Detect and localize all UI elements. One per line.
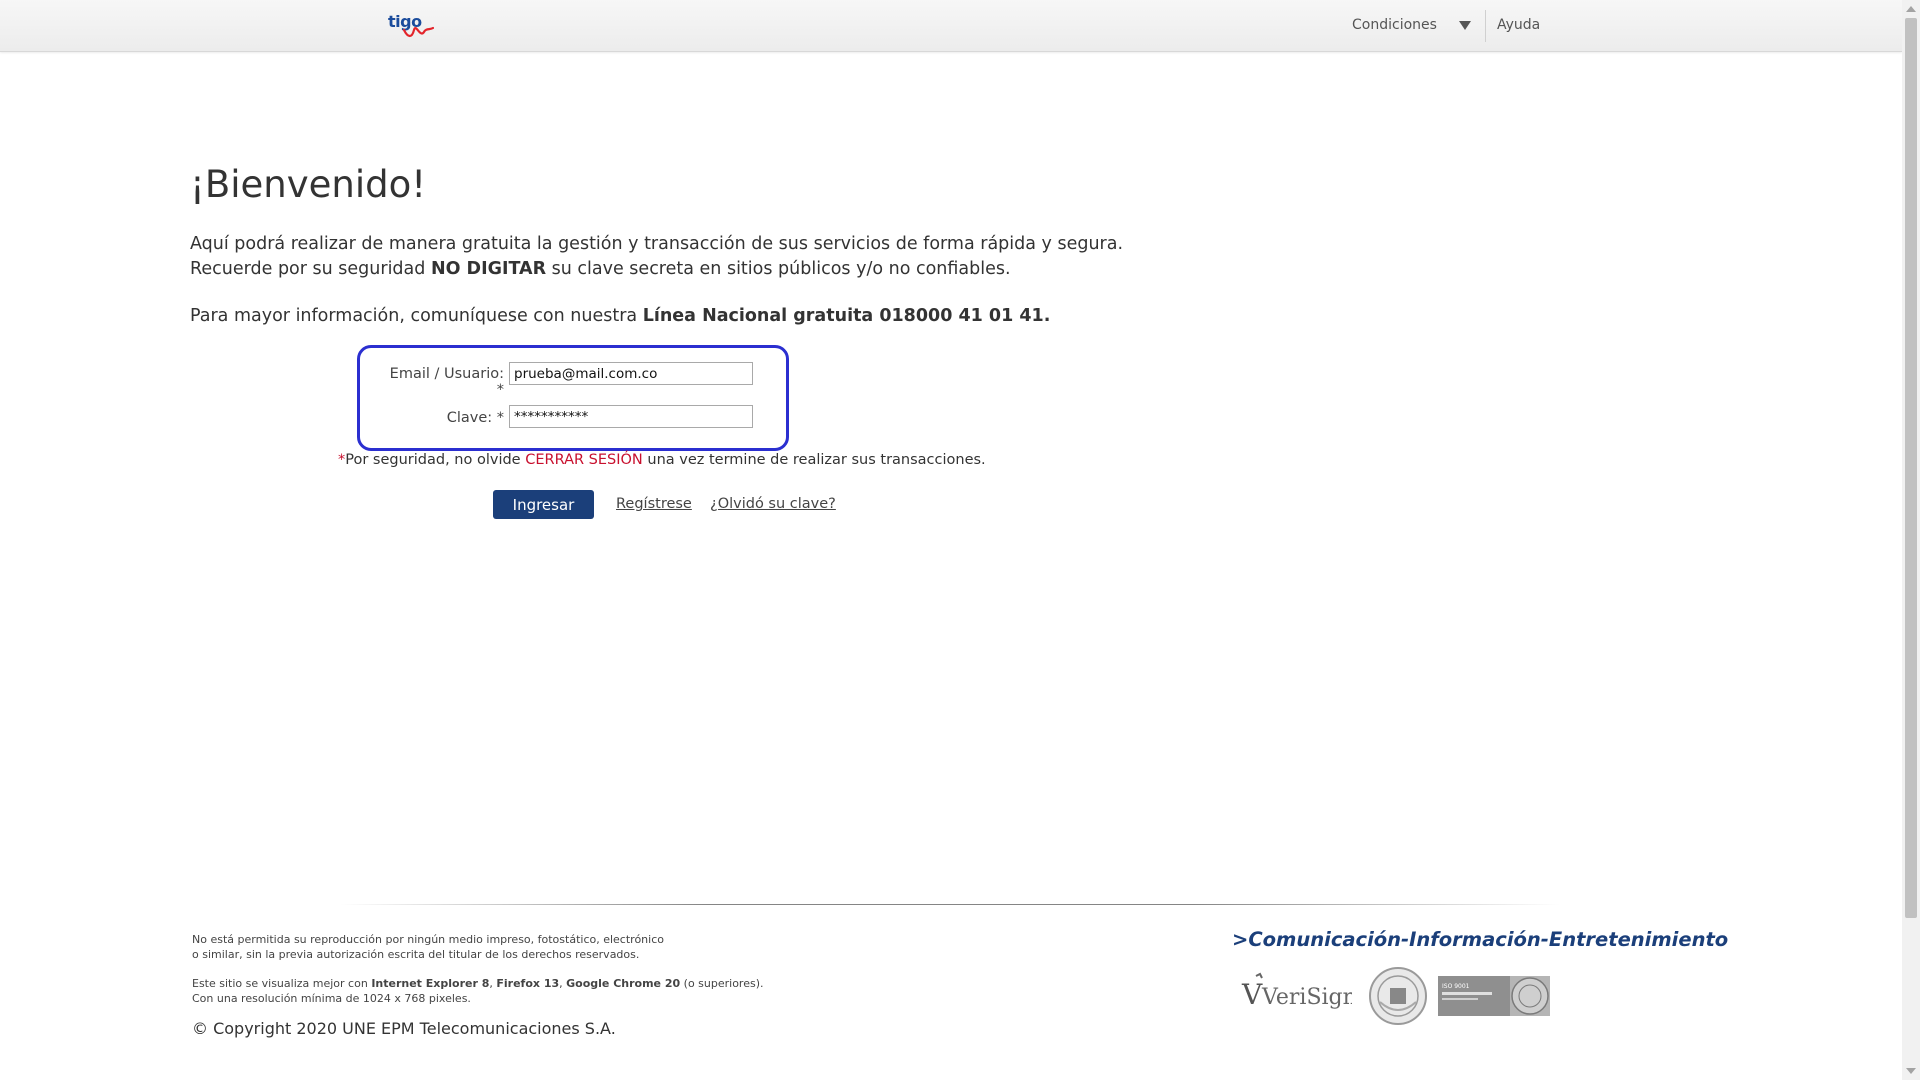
vertical-scrollbar[interactable] xyxy=(1902,0,1920,1080)
security-note-post: una vez termine de realizar sus transacc… xyxy=(642,452,986,468)
legal-notice-line-2: o similar, sin la previa autorización es… xyxy=(192,948,640,961)
certification-seal-icon xyxy=(1369,967,1427,1025)
copyright: © Copyright 2020 UNE EPM Telecomunicacio… xyxy=(192,1019,616,1038)
intro-line-2: Recuerde por su seguridad NO DIGITAR su … xyxy=(190,257,1123,282)
intro-line-2-post: su clave secreta en sitios públicos y/o … xyxy=(546,259,1011,279)
tagline: >Comunicación-Información-Entretenimient… xyxy=(1232,928,1729,951)
verisign-badge-icon[interactable]: V VeriSign xyxy=(1240,970,1352,1014)
bureau-veritas-badge-icon: ISO 9001 xyxy=(1438,976,1550,1016)
une-swoosh-icon xyxy=(402,26,434,38)
top-bar: tigo Condiciones Ayuda xyxy=(0,0,1902,52)
hotline-number: Línea Nacional gratuita 018000 41 01 41. xyxy=(642,306,1051,326)
browser-chrome: Google Chrome 20 xyxy=(566,977,681,990)
email-label: Email / Usuario: * xyxy=(389,366,504,398)
nav-ayuda[interactable]: Ayuda xyxy=(1497,17,1540,33)
forgot-password-link[interactable]: ¿Olvidó su clave? xyxy=(710,496,836,512)
password-input[interactable] xyxy=(509,405,753,428)
security-note: *Por seguridad, no olvide CERRAR SESIÓN … xyxy=(338,452,986,468)
tigo-une-logo[interactable]: tigo xyxy=(388,12,442,42)
intro-warning-bold: NO DIGITAR xyxy=(430,259,547,279)
login-button[interactable]: Ingresar xyxy=(493,490,594,519)
scrollbar-thumb[interactable] xyxy=(1905,18,1917,918)
cerrar-sesion-text: CERRAR SESIÓN xyxy=(525,452,643,468)
browser-notice: Este sitio se visualiza mejor con Intern… xyxy=(192,976,764,1006)
resolution-notice: Con una resolución mínima de 1024 x 768 … xyxy=(192,992,471,1005)
bv-badge-text: ISO 9001 xyxy=(1442,983,1470,990)
password-label: Clave: * xyxy=(446,410,504,426)
intro-text: Aquí podrá realizar de manera gratuita l… xyxy=(190,232,1123,282)
footer-divider xyxy=(340,904,1560,905)
browser-firefox: Firefox 13 xyxy=(496,977,560,990)
email-input[interactable] xyxy=(509,362,753,385)
security-note-pre: Por seguridad, no olvide xyxy=(345,452,526,468)
intro-line-1: Aquí podrá realizar de manera gratuita l… xyxy=(190,234,1124,254)
nav-divider xyxy=(1485,10,1486,42)
nav-condiciones[interactable]: Condiciones xyxy=(1352,17,1437,33)
browser-ie: Internet Explorer 8 xyxy=(371,977,490,990)
page-title: ¡Bienvenido! xyxy=(190,163,427,206)
browser-notice-line-1: Este sitio se visualiza mejor con Intern… xyxy=(192,976,764,991)
scroll-down-arrow-icon[interactable] xyxy=(1906,1068,1916,1074)
intro-line-2-pre: Recuerde por su seguridad xyxy=(190,259,431,279)
info-pre: Para mayor información, comuníquese con … xyxy=(190,306,643,326)
verisign-badge-text: VeriSign xyxy=(1261,985,1352,1010)
register-link[interactable]: Regístrese xyxy=(616,496,692,512)
legal-notice-line-1: No está permitida su reproducción por ni… xyxy=(192,933,664,946)
svg-text:V: V xyxy=(1241,978,1263,1011)
scroll-up-arrow-icon[interactable] xyxy=(1906,6,1916,12)
legal-notice: No está permitida su reproducción por ni… xyxy=(192,932,664,962)
browser-notice-pre: Este sitio se visualiza mejor con xyxy=(192,977,372,990)
login-form-highlight xyxy=(357,345,789,451)
chevron-down-icon[interactable] xyxy=(1459,21,1471,30)
browser-notice-post: (o superiores). xyxy=(680,977,764,990)
info-line: Para mayor información, comuníquese con … xyxy=(190,306,1050,326)
